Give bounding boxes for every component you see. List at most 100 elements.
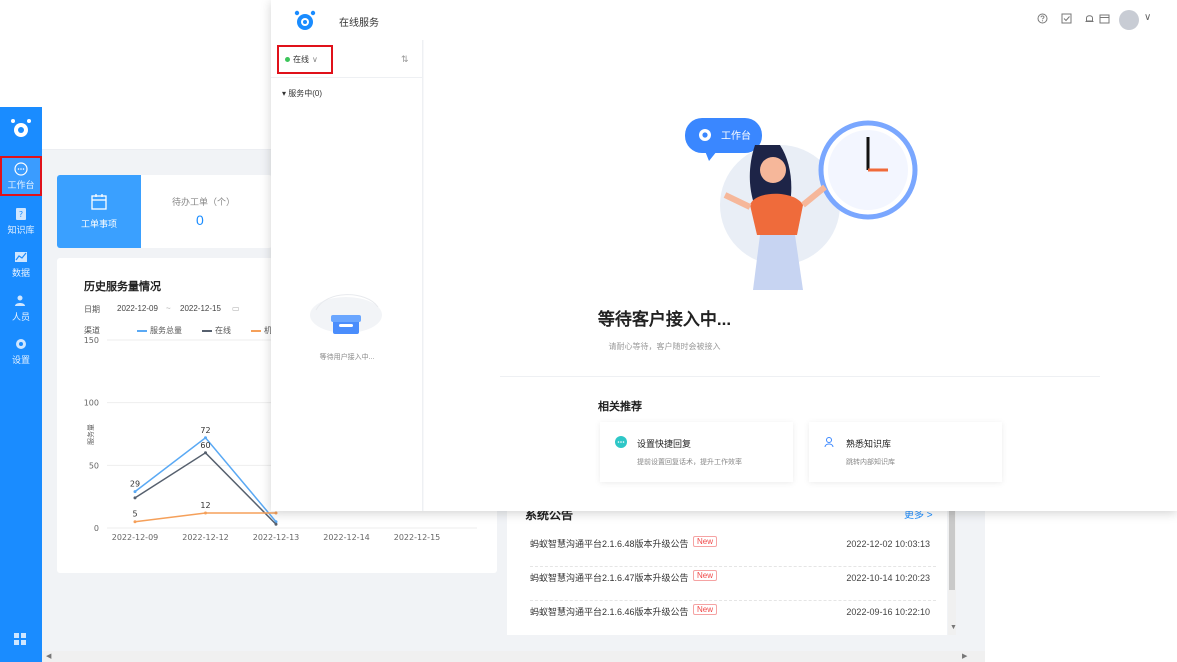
chevron-down-icon: ∨ [312,55,318,64]
scroll-down-arrow[interactable]: ▼ [950,624,957,631]
data-point [274,522,278,526]
help-icon[interactable] [1037,13,1048,24]
sidebar-item-label: 知识库 [7,224,35,235]
scroll-right-arrow[interactable]: ▶ [962,652,967,660]
bubble-label: 工作台 [721,129,751,142]
new-badge: New [693,536,718,547]
date-label: 日期 [84,305,100,314]
date-end[interactable]: 2022-12-15 [180,304,221,313]
notice-text: 蚂蚁智慧沟通平台2.1.6.47版本升级公告 [530,573,689,583]
horizontal-scrollbar[interactable] [42,651,985,662]
people-icon [15,295,25,306]
sidebar-item-settings[interactable]: 设置 [0,331,42,371]
work-tile-label: 工单事项 [80,219,117,229]
y-tick-label: 50 [89,461,99,470]
notice-text: 蚂蚁智慧沟通平台2.1.6.46版本升级公告 [530,607,689,617]
divider [500,376,1100,377]
chevron-down-icon[interactable]: ∨ [1144,12,1151,23]
y-tick-label: 100 [84,399,99,408]
bell-icon[interactable] [1084,13,1095,24]
history-chart-title: 历史服务量情况 [84,281,161,293]
notice-text: 蚂蚁智慧沟通平台2.1.6.48版本升级公告 [530,539,689,549]
pending-orders-label: 待办工单（个） [172,197,236,207]
online-dot-icon [285,57,290,62]
app-logo-icon [294,10,316,30]
date-start[interactable]: 2022-12-09 [117,304,158,313]
task-check-icon[interactable] [1061,13,1072,24]
data-label: 60 [200,441,210,450]
gear-icon [16,338,26,349]
knowledge-base-card[interactable]: 熟悉知识库 跳转内部知识库 [809,422,1002,482]
data-point [133,490,137,494]
sidebar-item-people[interactable]: 人员 [0,288,42,328]
waiting-title: 等待客户接入中... [597,310,732,329]
data-label: 72 [200,426,210,435]
data-point [204,436,207,440]
apps-grid-icon[interactable] [13,632,27,646]
notice-scrollbar[interactable] [948,500,956,635]
status-label: 在线 [293,55,309,64]
data-point [204,511,207,515]
people-search-icon [824,437,834,448]
calendar-icon[interactable] [1099,13,1110,24]
divider [271,77,423,78]
empty-text: 等待用户接入中... [319,354,375,361]
recommendations-title: 相关推荐 [598,401,642,413]
scroll-left-arrow[interactable]: ◀ [46,652,51,660]
help-book-icon: ? [16,207,26,220]
notice-time: 2022-09-16 10:22:10 [846,607,930,617]
serving-label: 服务中(0) [288,89,323,98]
quick-reply-icon [615,436,627,448]
svg-text:?: ? [19,210,23,219]
y-axis-label: 服务量 [86,424,95,445]
data-label: 29 [130,480,140,489]
app-logo-icon [11,119,31,137]
card-title: 熟悉知识库 [846,439,892,449]
data-point [204,451,207,455]
new-badge: New [693,570,718,581]
serving-group[interactable]: ▾ 服务中(0) [282,88,322,99]
status-dropdown[interactable]: 在线 ∨ [277,45,333,74]
waiting-illustration: 工作台 [685,118,918,290]
card-desc: 跳转内部知识库 [846,459,895,466]
sort-icon[interactable]: ⇅ [401,54,409,65]
y-tick-label: 0 [94,524,99,533]
screen: 工作台 ? 知识库 数据 人员 设置 工单事项 待办工单（个） 0 历史服务量情… [0,0,1177,662]
pending-orders-value: 0 [196,212,204,228]
data-point [133,520,137,524]
notice-time: 2022-10-14 10:20:23 [846,573,930,583]
sidebar-item-data[interactable]: 数据 [0,244,42,284]
calendar-icon [91,194,107,210]
x-tick-label: 2022-12-14 [323,533,370,542]
waiting-subtitle: 请耐心等待，客户随时会被接入 [608,342,721,351]
empty-inbox-icon [310,294,382,334]
x-tick-label: 2022-12-13 [253,533,300,542]
data-label: 5 [132,510,137,519]
x-tick-label: 2022-12-15 [394,533,441,542]
sidebar-item-label: 设置 [11,354,30,365]
avatar[interactable] [1119,10,1139,30]
new-badge: New [693,604,718,615]
date-separator: ~ [166,304,171,313]
notice-time: 2022-12-02 10:03:13 [846,539,930,549]
y-tick-label: 150 [84,336,99,345]
sidebar-item-workbench[interactable]: 工作台 [0,156,42,196]
data-point [274,511,278,515]
sidebar-item-label: 人员 [11,311,30,322]
data-label: 12 [200,501,210,510]
date-picker-icon[interactable]: ▭ [232,304,240,313]
card-desc: 提前设置回复话术，提升工作效率 [637,459,742,466]
sidebar-item-label: 数据 [11,267,30,278]
notice-row[interactable]: 蚂蚁智慧沟通平台2.1.6.46版本升级公告 New 2022-09-16 10… [530,604,936,635]
work-order-tile[interactable]: 工单事项 [57,175,141,248]
notice-row[interactable]: 蚂蚁智慧沟通平台2.1.6.48版本升级公告 New 2022-12-02 10… [530,536,936,567]
card-title: 设置快捷回复 [637,439,692,449]
chat-bubble-icon [14,161,28,176]
quick-reply-card[interactable]: 设置快捷回复 提前设置回复话术，提升工作效率 [600,422,793,482]
scrollbar-thumb[interactable] [949,500,955,590]
notice-row[interactable]: 蚂蚁智慧沟通平台2.1.6.47版本升级公告 New 2022-10-14 10… [530,570,936,601]
sidebar-item-label: 工作台 [7,179,35,190]
chart-icon [15,251,27,262]
sidebar-item-knowledge[interactable]: ? 知识库 [0,201,42,241]
x-tick-label: 2022-12-12 [182,533,229,542]
